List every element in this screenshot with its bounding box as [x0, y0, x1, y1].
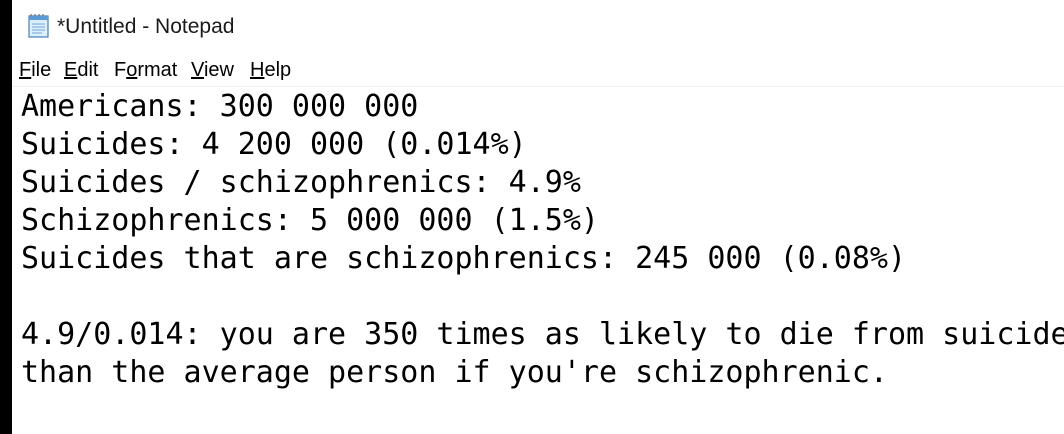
menu-format-label: rmat: [137, 59, 178, 81]
menu-edit-label: dit: [77, 59, 99, 81]
menu-format-accelerator: o: [126, 59, 138, 81]
menu-help-label: elp: [264, 59, 292, 81]
text-editor-area[interactable]: Americans: 300 000 000 Suicides: 4 200 0…: [12, 87, 1064, 434]
menu-view[interactable]: View: [191, 58, 234, 82]
menu-view-accelerator: V: [191, 59, 204, 81]
menu-format-label-pre: F: [114, 59, 127, 81]
menu-file[interactable]: File: [19, 58, 51, 82]
notepad-icon: [26, 13, 52, 39]
menu-format[interactable]: Format: [114, 58, 177, 82]
menu-help-accelerator: H: [250, 59, 265, 81]
menu-file-label: ile: [31, 59, 52, 81]
window-title: *Untitled - Notepad: [57, 15, 235, 38]
menu-edit-accelerator: E: [64, 59, 78, 81]
menu-file-accelerator: F: [19, 59, 32, 81]
title-bar[interactable]: *Untitled - Notepad: [12, 0, 1064, 54]
menu-view-label: iew: [203, 59, 234, 81]
menu-bar: File Edit Format View Help: [12, 54, 1064, 87]
menu-help[interactable]: Help: [250, 58, 291, 82]
notepad-window: *Untitled - Notepad File Edit Format Vie…: [12, 0, 1064, 434]
menu-edit[interactable]: Edit: [64, 58, 98, 82]
editor-content[interactable]: Americans: 300 000 000 Suicides: 4 200 0…: [21, 88, 1064, 392]
